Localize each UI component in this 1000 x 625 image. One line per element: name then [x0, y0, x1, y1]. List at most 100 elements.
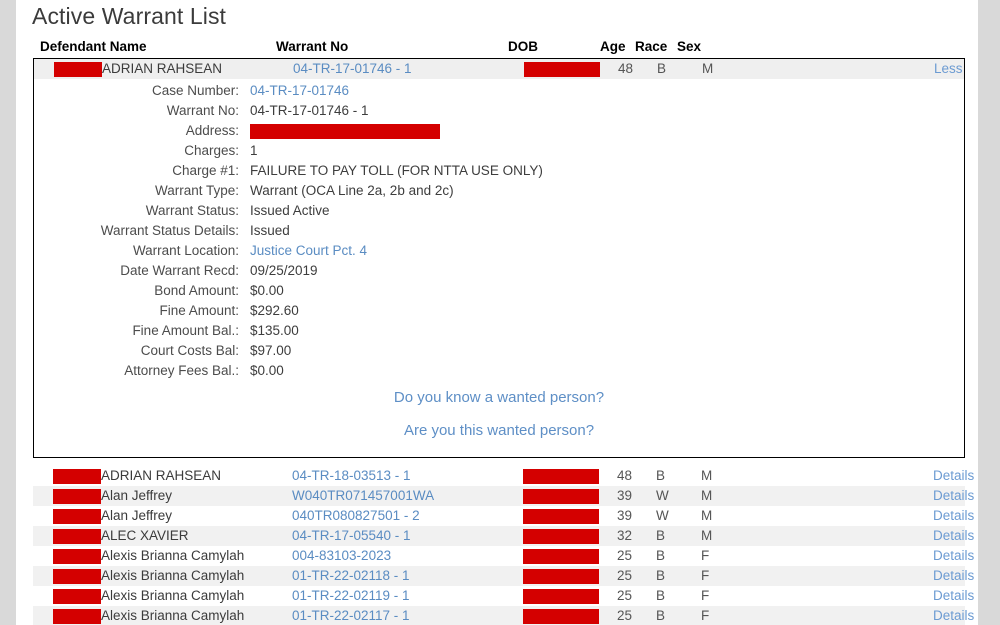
redacted-dob-bar [523, 589, 599, 604]
wanted-person-link[interactable]: Do you know a wanted person? [34, 381, 964, 414]
cell-race: B [656, 548, 666, 563]
cell-warrant-no-link[interactable]: 040TR080827501 - 2 [292, 506, 420, 526]
cell-age: 25 [617, 608, 633, 623]
cell-sex: M [701, 508, 713, 523]
page-title: Active Warrant List [32, 3, 227, 29]
column-header-race: Race [635, 39, 668, 54]
redacted-dob-bar [523, 469, 599, 484]
detail-row: Charge #1: FAILURE TO PAY TOLL (FOR NTTA … [34, 161, 964, 181]
cell-defendant-name: Alan Jeffrey [101, 488, 173, 503]
detail-label: Court Costs Bal: [140, 343, 239, 358]
table-row[interactable]: Alexis Brianna Camylah 01-TR-22-02119 - 1… [33, 586, 974, 606]
table-column-headers: Defendant Name Warrant No DOB Age Race S… [16, 39, 978, 57]
detail-value[interactable]: 04-TR-17-01746 [250, 81, 349, 101]
detail-label: Bond Amount: [154, 283, 239, 298]
detail-row: Attorney Fees Bal.: $0.00 [34, 361, 964, 381]
cell-warrant-no-link[interactable]: W040TR071457001WA [292, 486, 434, 506]
detail-value: Issued Active [250, 203, 330, 218]
detail-label: Date Warrant Recd: [120, 263, 239, 278]
column-header-defendant-name: Defendant Name [40, 39, 147, 54]
details-link[interactable]: Details [933, 566, 974, 586]
table-row[interactable]: Alexis Brianna Camylah 01-TR-22-02118 - 1… [33, 566, 974, 586]
expanded-record-header-row[interactable]: ADRIAN RAHSEAN 04-TR-17-01746 - 1 48 B M… [34, 59, 964, 79]
detail-value: 09/25/2019 [250, 263, 318, 278]
detail-value: $292.60 [250, 303, 299, 318]
table-row[interactable]: ALEC XAVIER 04-TR-17-05540 - 1 32 B M Details [33, 526, 974, 546]
detail-row: Court Costs Bal: $97.00 [34, 341, 964, 361]
expanded-race: B [657, 61, 667, 76]
details-link[interactable]: Details [933, 606, 974, 625]
cell-race: B [656, 528, 666, 543]
details-link[interactable]: Details [933, 486, 974, 506]
details-link[interactable]: Details [933, 506, 974, 526]
cell-defendant-name: ALEC XAVIER [101, 528, 189, 543]
redacted-name-bar [53, 529, 101, 544]
cell-age: 25 [617, 588, 633, 603]
detail-value: FAILURE TO PAY TOLL (FOR NTTA USE ONLY) [250, 163, 543, 178]
redacted-name-bar [53, 609, 101, 624]
collapse-details-link[interactable]: Less [934, 61, 963, 76]
detail-row: Warrant Status Details: Issued [34, 221, 964, 241]
cell-defendant-name: Alexis Brianna Camylah [101, 548, 245, 563]
cell-race: W [656, 488, 669, 503]
cell-defendant-name: Alan Jeffrey [101, 508, 173, 523]
redacted-name-bar [53, 589, 101, 604]
cell-sex: F [701, 568, 710, 583]
cell-age: 39 [617, 508, 633, 523]
cell-warrant-no-link[interactable]: 01-TR-22-02117 - 1 [292, 606, 410, 625]
redacted-name-bar [53, 569, 101, 584]
expanded-sex: M [702, 61, 714, 76]
detail-label: Address: [185, 123, 239, 138]
redacted-dob-bar [523, 549, 599, 564]
redacted-address-bar [250, 124, 440, 139]
table-row[interactable]: Alan Jeffrey W040TR071457001WA 39 W M Details [33, 486, 974, 506]
cell-warrant-no-link[interactable]: 04-TR-17-05540 - 1 [292, 526, 411, 546]
cell-warrant-no-link[interactable]: 004-83103-2023 [292, 546, 391, 566]
details-link[interactable]: Details [933, 466, 974, 486]
cell-warrant-no-link[interactable]: 04-TR-18-03513 - 1 [292, 466, 411, 486]
cell-defendant-name: Alexis Brianna Camylah [101, 608, 245, 623]
cell-race: W [656, 508, 669, 523]
expanded-warrant-no-link[interactable]: 04-TR-17-01746 - 1 [293, 61, 412, 76]
detail-value: $97.00 [250, 343, 292, 358]
cell-age: 32 [617, 528, 633, 543]
expanded-warrant-panel: ADRIAN RAHSEAN 04-TR-17-01746 - 1 48 B M… [33, 58, 965, 458]
table-row[interactable]: Alexis Brianna Camylah 01-TR-22-02117 - 1… [33, 606, 974, 625]
cell-race: B [656, 468, 666, 483]
detail-row: Warrant Location: Justice Court Pct. 4 [34, 241, 964, 261]
cell-warrant-no-link[interactable]: 01-TR-22-02118 - 1 [292, 566, 410, 586]
detail-value: $135.00 [250, 323, 299, 338]
detail-value: 1 [250, 143, 258, 158]
redacted-name-bar [53, 509, 101, 524]
table-row[interactable]: Alexis Brianna Camylah 004-83103-2023 25 B F… [33, 546, 974, 566]
detail-label: Warrant Location: [132, 243, 239, 258]
column-header-dob: DOB [508, 39, 538, 54]
redacted-dob-bar [523, 489, 599, 504]
wanted-person-links: Do you know a wanted person? Are you this… [34, 381, 964, 447]
details-link[interactable]: Details [933, 526, 974, 546]
redacted-dob-bar [523, 509, 599, 524]
cell-warrant-no-link[interactable]: 01-TR-22-02119 - 1 [292, 586, 410, 606]
detail-label: Fine Amount Bal.: [132, 323, 239, 338]
detail-value[interactable]: Justice Court Pct. 4 [250, 241, 367, 261]
table-row[interactable]: Alan Jeffrey 040TR080827501 - 2 39 W M Detail… [33, 506, 974, 526]
cell-age: 48 [617, 468, 633, 483]
table-row[interactable]: ADRIAN RAHSEAN 04-TR-18-03513 - 1 48 B M Deta… [33, 466, 974, 486]
detail-row: Fine Amount Bal.: $135.00 [34, 321, 964, 341]
column-header-warrant-no: Warrant No [276, 39, 349, 54]
cell-sex: M [701, 528, 713, 543]
detail-label: Fine Amount: [159, 303, 239, 318]
wanted-person-link[interactable]: Are you this wanted person? [34, 414, 964, 447]
detail-value: Warrant (OCA Line 2a, 2b and 2c) [250, 183, 454, 198]
expanded-defendant-name: ADRIAN RAHSEAN [102, 61, 223, 76]
cell-age: 25 [617, 548, 633, 563]
detail-row: Warrant No: 04-TR-17-01746 - 1 [34, 101, 964, 121]
detail-label: Case Number: [151, 83, 239, 98]
warrant-detail-field-list: Case Number: 04-TR-17-01746 Warrant No: 04-… [34, 81, 964, 381]
cell-race: B [656, 588, 666, 603]
redacted-dob-bar [523, 569, 599, 584]
detail-label: Warrant Type: [154, 183, 239, 198]
detail-row: Warrant Type: Warrant (OCA Line 2a, 2b an… [34, 181, 964, 201]
details-link[interactable]: Details [933, 546, 974, 566]
details-link[interactable]: Details [933, 586, 974, 606]
